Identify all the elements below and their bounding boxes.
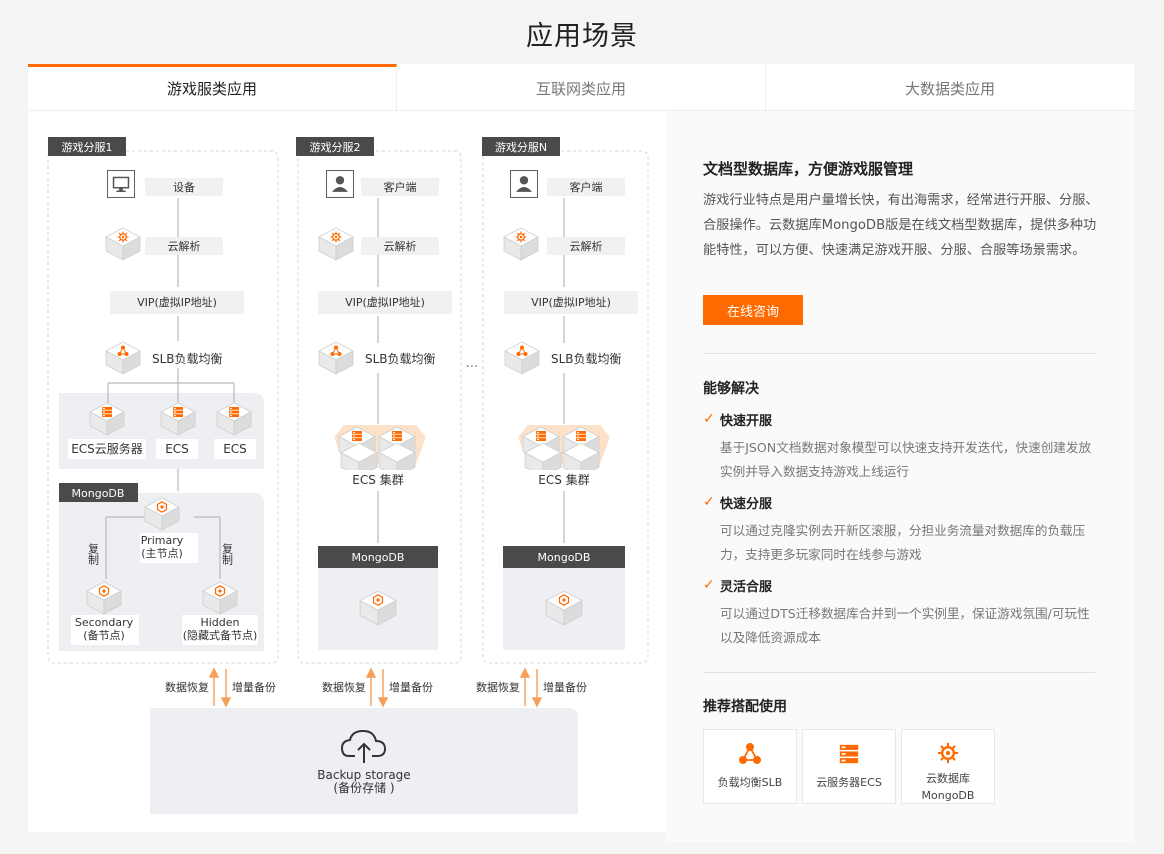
dns-icon	[117, 231, 129, 243]
backup-label: 增量备份	[543, 680, 587, 694]
ecs-server-icon	[102, 407, 112, 417]
feature-item: ✓ 快速开服 基于JSON文档数据对象模型可以快速支持开发迭代，快速创建发放实例…	[703, 409, 1103, 484]
solve-title: 能够解决	[703, 381, 759, 397]
monitor-icon	[107, 170, 135, 198]
mongodb-icon	[937, 742, 959, 764]
scenario-info-panel: 文档型数据库，方便游戏服管理 游戏行业特点是用户量增长快，有出海需求，经常进行开…	[666, 111, 1134, 842]
restore-label: 数据恢复	[322, 680, 366, 694]
backup-storage-label: Backup storage	[317, 768, 410, 782]
slb-icon	[738, 742, 762, 766]
replicate-label: 复制	[87, 542, 100, 565]
page-title: 应用场景	[526, 21, 638, 52]
cluster-n-slb-label: SLB负载均衡	[551, 352, 622, 366]
product-label: 云数据库MongoDB	[921, 772, 975, 802]
cluster-2-ecs-cluster-label: ECS 集群	[352, 472, 403, 487]
cluster-1-device-label: 设备	[173, 180, 195, 194]
feature-item: ✓ 灵活合服 可以通过DTS迁移数据库合并到一个实例里，保证游戏氛围/可玩性以及…	[703, 575, 1103, 650]
check-icon: ✓	[703, 411, 715, 427]
product-label: 云服务器ECS	[816, 776, 882, 789]
cluster-n-mongodb-tag: MongoDB	[538, 551, 591, 564]
feature-title: 快速开服	[720, 413, 773, 429]
ecs-server-icon	[173, 407, 183, 417]
ecs-label: ECS	[223, 442, 247, 456]
dns-icon	[330, 231, 342, 243]
cluster-1-vip-label: VIP(虚拟IP地址)	[137, 295, 217, 309]
cluster-1-mongodb-tag: MongoDB	[72, 487, 125, 500]
product-card-mongodb[interactable]: 云数据库MongoDB	[901, 729, 995, 804]
cluster-tags: 游戏分服1 游戏分服2 游戏分服N	[48, 137, 560, 156]
backup-storage-sub-label: (备份存储 )	[333, 780, 394, 795]
online-consult-button[interactable]: 在线咨询	[703, 295, 803, 325]
person-icon	[326, 170, 354, 198]
cluster-1-dns-label: 云解析	[168, 239, 201, 253]
hidden-sub-label: (隐藏式备节点)	[183, 628, 258, 642]
restore-label: 数据恢复	[165, 680, 209, 694]
ecs-server-icon	[352, 431, 362, 441]
secondary-sub-label: (备节点)	[83, 628, 125, 642]
ecs-label: ECS	[165, 442, 189, 456]
ecs-server-icon	[536, 431, 546, 441]
check-icon: ✓	[703, 494, 715, 510]
dns-icon	[515, 231, 527, 243]
divider	[703, 353, 1095, 354]
feature-description: 基于JSON文档数据对象模型可以快速支持开发迭代，快速创建发放实例并导入数据支持…	[720, 440, 1092, 479]
scenario-tabs: 游戏服类应用 互联网类应用 大数据类应用	[28, 64, 1134, 111]
replicate-label: 复制	[221, 542, 234, 565]
product-card-slb[interactable]: 负载均衡SLB	[703, 729, 797, 804]
tab-big-data[interactable]: 大数据类应用	[766, 64, 1134, 110]
tab-internet[interactable]: 互联网类应用	[397, 64, 766, 110]
cluster-2-vip-label: VIP(虚拟IP地址)	[345, 295, 425, 309]
backup-label: 增量备份	[389, 680, 433, 694]
hidden-label: Hidden	[200, 616, 239, 629]
cluster-n-tag: 游戏分服N	[495, 141, 547, 154]
primary-sub-label: (主节点)	[141, 547, 183, 560]
cluster-2-mongodb-tag: MongoDB	[352, 551, 405, 564]
backup-label: 增量备份	[232, 680, 276, 694]
cluster-2-dns-label: 云解析	[384, 239, 417, 253]
ecs-server-icon	[392, 431, 402, 441]
product-card-ecs[interactable]: 云服务器ECS	[802, 729, 896, 804]
check-icon: ✓	[703, 577, 715, 593]
tab-game-server[interactable]: 游戏服类应用	[28, 64, 397, 110]
ecs-server-icon	[576, 431, 586, 441]
feature-title: 灵活合服	[720, 579, 773, 595]
cluster-1-tag: 游戏分服1	[62, 141, 113, 154]
restore-label: 数据恢复	[476, 680, 520, 694]
cluster-2-slb-label: SLB负载均衡	[365, 352, 436, 366]
secondary-label: Secondary	[75, 616, 134, 629]
person-icon	[510, 170, 538, 198]
primary-label: Primary	[141, 534, 184, 547]
ecs-server-icon	[838, 742, 860, 766]
product-label: 负载均衡SLB	[717, 776, 783, 789]
recommended-products: 负载均衡SLB 云服务器ECS 云数据库MongoDB	[703, 729, 1000, 804]
recommend-title: 推荐搭配使用	[703, 699, 787, 715]
feature-description: 可以通过DTS迁移数据库合并到一个实例里，保证游戏氛围/可玩性以及降低资源成本	[720, 606, 1090, 645]
info-description: 游戏行业特点是用户量增长快，有出海需求，经常进行开服、分服、合服操作。云数据库M…	[703, 193, 1099, 258]
ecs-server-icon	[229, 407, 239, 417]
architecture-diagram: 游戏分服1 游戏分服2 游戏分服N 设备 云解析 VIP(虚拟IP地址) SLB…	[28, 111, 666, 832]
cluster-n-vip-label: VIP(虚拟IP地址)	[531, 295, 611, 309]
feature-description: 可以通过克隆实例去开新区滚服，分担业务流量对数据库的负载压力，支持更多玩家同时在…	[720, 523, 1086, 562]
cluster-2-device-label: 客户端	[384, 180, 417, 194]
cluster-n-dns-label: 云解析	[570, 239, 603, 253]
cluster-n-device-label: 客户端	[570, 180, 603, 194]
cluster-2-tag: 游戏分服2	[310, 141, 361, 154]
cluster-n-ecs-cluster-label: ECS 集群	[538, 472, 589, 487]
cluster-1-slb-label: SLB负载均衡	[152, 352, 223, 366]
info-title: 文档型数据库，方便游戏服管理	[703, 160, 914, 178]
feature-title: 快速分服	[720, 496, 773, 512]
feature-item: ✓ 快速分服 可以通过克隆实例去开新区滚服，分担业务流量对数据库的负载压力，支持…	[703, 492, 1103, 567]
ecs-server-label: ECS云服务器	[71, 441, 143, 456]
divider	[703, 672, 1095, 673]
more-clusters-ellipsis: ···	[466, 360, 478, 375]
